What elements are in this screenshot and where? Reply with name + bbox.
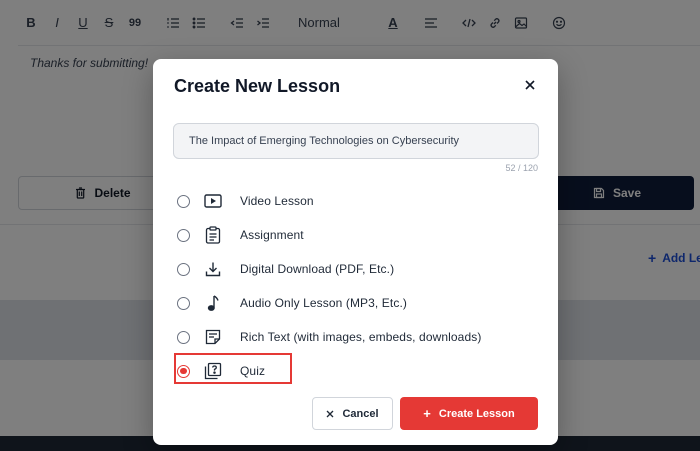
video-play-icon — [203, 191, 223, 211]
close-icon — [326, 410, 334, 417]
close-button[interactable] — [520, 75, 540, 95]
lesson-title-input[interactable] — [173, 123, 539, 159]
option-digital-download[interactable]: Digital Download (PDF, Etc.) — [173, 255, 513, 283]
rich-text-icon — [203, 327, 223, 347]
option-audio-lesson[interactable]: Audio Only Lesson (MP3, Etc.) — [173, 289, 513, 317]
quiz-highlight-box — [174, 353, 292, 384]
option-label: Video Lesson — [240, 194, 314, 208]
option-label: Rich Text (with images, embeds, download… — [240, 330, 482, 344]
clipboard-icon — [203, 225, 223, 245]
radio-rich-text[interactable] — [177, 330, 190, 344]
create-lesson-modal: Create New Lesson 52 / 120 Video Lesson … — [153, 59, 558, 445]
option-video-lesson[interactable]: Video Lesson — [173, 187, 513, 215]
option-label: Audio Only Lesson (MP3, Etc.) — [240, 296, 407, 310]
option-label: Assignment — [240, 228, 304, 242]
music-note-icon — [203, 293, 223, 313]
modal-title: Create New Lesson — [174, 76, 341, 96]
radio-digital-download[interactable] — [177, 262, 190, 276]
radio-audio-lesson[interactable] — [177, 296, 190, 310]
close-icon — [525, 80, 535, 90]
plus-icon: + — [423, 406, 431, 421]
download-icon — [203, 259, 223, 279]
cancel-button[interactable]: Cancel — [312, 397, 393, 430]
create-lesson-button[interactable]: + Create Lesson — [400, 397, 538, 430]
character-count: 52 / 120 — [505, 163, 538, 173]
radio-video-lesson[interactable] — [177, 194, 190, 208]
option-assignment[interactable]: Assignment — [173, 221, 513, 249]
radio-assignment[interactable] — [177, 228, 190, 242]
option-rich-text[interactable]: Rich Text (with images, embeds, download… — [173, 323, 513, 351]
option-label: Digital Download (PDF, Etc.) — [240, 262, 395, 276]
